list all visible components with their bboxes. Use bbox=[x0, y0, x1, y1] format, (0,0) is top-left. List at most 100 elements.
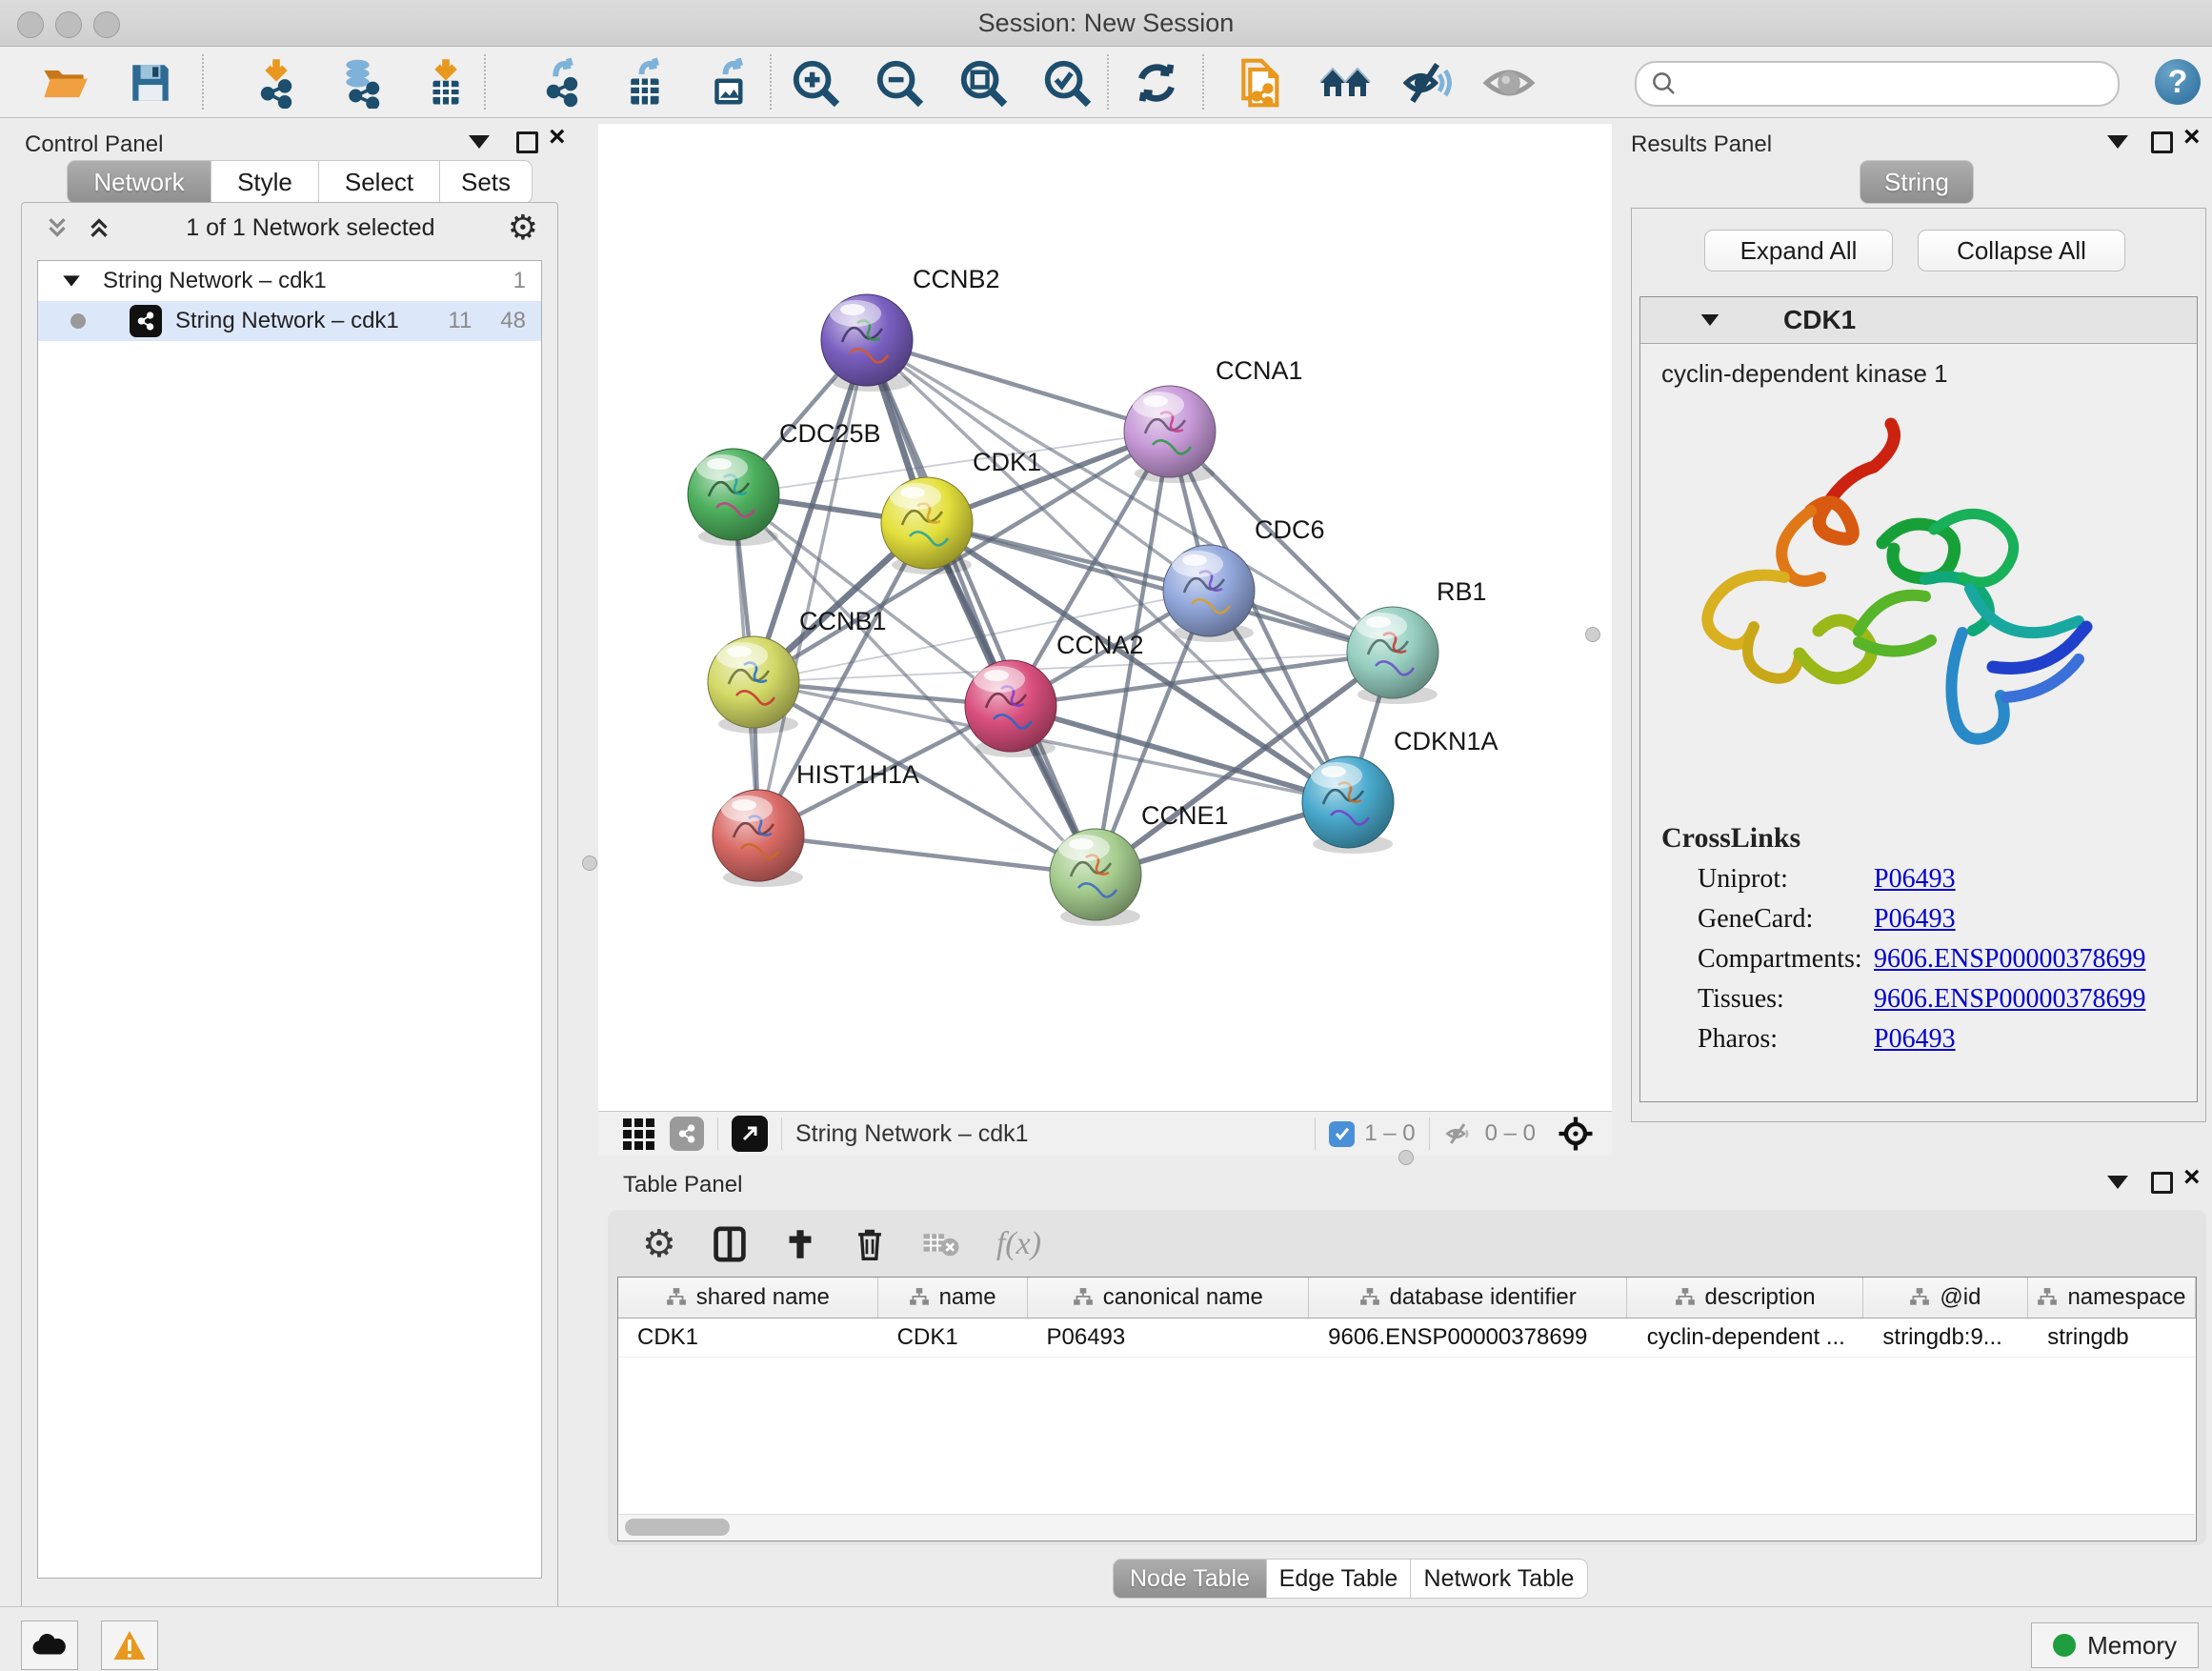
network-row-selected[interactable]: String Network – cdk1 11 48 bbox=[38, 301, 541, 341]
collapse-all-button[interactable]: Collapse All bbox=[1918, 230, 2125, 272]
import-table-from-file-button[interactable] bbox=[419, 56, 473, 110]
network-collection-row[interactable]: String Network – cdk1 1 bbox=[38, 261, 541, 301]
collapse-card-icon[interactable] bbox=[1701, 314, 1719, 326]
export-table-button[interactable] bbox=[619, 56, 673, 110]
zoom-fit-content-button[interactable] bbox=[956, 56, 1010, 110]
close-panel-icon[interactable]: × bbox=[2183, 126, 2201, 149]
node-RB1[interactable] bbox=[1347, 607, 1438, 704]
node-CDC25B[interactable] bbox=[688, 449, 779, 546]
panel-menu-icon[interactable] bbox=[2107, 1176, 2128, 1189]
tab-sets[interactable]: Sets bbox=[440, 160, 533, 204]
float-panel-icon[interactable] bbox=[516, 131, 538, 153]
protein-card-header[interactable]: CDK1 bbox=[1640, 297, 2197, 344]
zoom-selected-button[interactable] bbox=[1040, 56, 1094, 110]
add-column-plus-icon[interactable] bbox=[783, 1225, 817, 1263]
node-CCNB1[interactable] bbox=[708, 636, 799, 734]
expand-all-button[interactable]: Expand All bbox=[1704, 230, 1893, 272]
table-row[interactable]: CDK1CDK1P064939606.ENSP00000378699cyclin… bbox=[618, 1319, 2196, 1358]
table-cell[interactable]: 9606.ENSP00000378699 bbox=[1309, 1319, 1628, 1357]
help-button[interactable]: ? bbox=[2155, 59, 2201, 105]
tab-edge-table[interactable]: Edge Table bbox=[1267, 1559, 1411, 1599]
horizontal-splitter-grip[interactable] bbox=[1398, 1150, 1414, 1165]
hide-selected-button[interactable] bbox=[1402, 56, 1456, 110]
node-CDC6[interactable] bbox=[1163, 545, 1255, 642]
export-network-button[interactable] bbox=[535, 56, 589, 110]
node-CDKN1A[interactable] bbox=[1302, 756, 1394, 854]
table-cell[interactable]: cyclin-dependent ... bbox=[1628, 1319, 1864, 1357]
import-network-from-database-button[interactable] bbox=[335, 56, 389, 110]
column-header-namespace[interactable]: namespace bbox=[2028, 1278, 2196, 1318]
column-header--id[interactable]: @id bbox=[1863, 1278, 2028, 1318]
crosslink-link[interactable]: 9606.ENSP00000378699 bbox=[1874, 944, 2145, 975]
tab-string[interactable]: String bbox=[1860, 160, 1974, 204]
table-cell[interactable]: stringdb bbox=[2028, 1319, 2196, 1357]
panel-menu-icon[interactable] bbox=[2107, 135, 2128, 149]
edge-CCNB2-CCNE1[interactable] bbox=[867, 340, 1096, 875]
tab-network[interactable]: Network bbox=[67, 160, 211, 204]
network-badge-icon[interactable] bbox=[670, 1117, 704, 1151]
column-header-database-identifier[interactable]: database identifier bbox=[1309, 1278, 1627, 1318]
cloud-status-button[interactable] bbox=[21, 1621, 78, 1670]
table-cell[interactable]: stringdb:9... bbox=[1863, 1319, 2028, 1357]
selected-checkbox-icon[interactable] bbox=[1329, 1121, 1355, 1147]
node-CCNA2[interactable] bbox=[965, 660, 1056, 757]
float-panel-icon[interactable] bbox=[2151, 1172, 2173, 1194]
expand-all-chevron-icon[interactable] bbox=[43, 213, 71, 242]
table-cell[interactable]: P06493 bbox=[1027, 1319, 1309, 1357]
search-input[interactable] bbox=[1686, 70, 2118, 98]
memory-button[interactable]: Memory bbox=[2031, 1622, 2199, 1668]
save-session-button[interactable] bbox=[124, 56, 177, 110]
crosshair-icon[interactable] bbox=[1557, 1115, 1595, 1153]
birdseye-grid-icon[interactable] bbox=[623, 1118, 654, 1150]
delete-table-icon[interactable] bbox=[922, 1228, 960, 1260]
open-in-window-icon[interactable] bbox=[732, 1116, 768, 1152]
network-options-gear-icon[interactable]: ⚙ bbox=[508, 208, 538, 248]
houses-button[interactable] bbox=[1318, 56, 1372, 110]
collection-expander-icon[interactable] bbox=[63, 275, 80, 286]
panel-menu-icon[interactable] bbox=[469, 135, 490, 149]
delete-trash-icon[interactable] bbox=[854, 1225, 886, 1263]
edge-HIST1H1A-CCNE1[interactable] bbox=[758, 836, 1096, 875]
network-graph[interactable]: CCNB2CCNA1CDC25BCDK1CDC6RB1CCNB1CCNA2CDK… bbox=[598, 124, 1612, 1111]
export-image-button[interactable] bbox=[703, 56, 756, 110]
column-header-name[interactable]: name bbox=[878, 1278, 1028, 1318]
float-panel-icon[interactable] bbox=[2151, 131, 2173, 153]
crosslink-link[interactable]: P06493 bbox=[1874, 904, 1956, 935]
table-settings-gear-icon[interactable]: ⚙ bbox=[642, 1222, 676, 1266]
scrollbar-thumb[interactable] bbox=[625, 1519, 730, 1536]
close-panel-icon[interactable]: × bbox=[549, 126, 566, 149]
table-cell[interactable]: CDK1 bbox=[878, 1319, 1028, 1357]
horizontal-scrollbar[interactable] bbox=[619, 1514, 2195, 1540]
table-cell[interactable]: CDK1 bbox=[618, 1319, 878, 1357]
tab-network-table[interactable]: Network Table bbox=[1411, 1559, 1588, 1599]
crosslink-link[interactable]: P06493 bbox=[1874, 1024, 1956, 1055]
show-all-button[interactable] bbox=[1482, 56, 1536, 110]
search-field[interactable] bbox=[1635, 61, 2120, 107]
vertical-splitter-grip[interactable] bbox=[582, 856, 597, 871]
warnings-button[interactable] bbox=[101, 1621, 158, 1670]
zoom-in-button[interactable] bbox=[789, 56, 842, 110]
crosslink-link[interactable]: 9606.ENSP00000378699 bbox=[1874, 984, 2145, 1015]
function-builder-icon[interactable]: f(x) bbox=[996, 1226, 1041, 1262]
tab-node-table[interactable]: Node Table bbox=[1113, 1559, 1267, 1599]
show-columns-icon[interactable] bbox=[713, 1225, 747, 1263]
crosslink-link[interactable]: P06493 bbox=[1874, 864, 1956, 895]
hidden-eye-icon[interactable] bbox=[1443, 1119, 1476, 1148]
zoom-out-button[interactable] bbox=[873, 56, 926, 110]
vertical-splitter-grip[interactable] bbox=[1585, 627, 1600, 642]
close-panel-icon[interactable]: × bbox=[2183, 1166, 2201, 1189]
column-header-canonical-name[interactable]: canonical name bbox=[1028, 1278, 1309, 1318]
node-CCNE1[interactable] bbox=[1050, 829, 1141, 926]
tab-select[interactable]: Select bbox=[319, 160, 440, 204]
import-network-from-file-button[interactable] bbox=[250, 56, 303, 110]
node-HIST1H1A[interactable] bbox=[713, 790, 804, 887]
apply-preferred-layout-button[interactable] bbox=[1130, 56, 1183, 110]
tab-style[interactable]: Style bbox=[211, 160, 319, 204]
collapse-all-chevron-icon[interactable] bbox=[85, 213, 113, 242]
node-CDK1[interactable] bbox=[881, 477, 973, 574]
node-CCNA1[interactable] bbox=[1124, 386, 1216, 483]
network-view[interactable]: CCNB2CCNA1CDC25BCDK1CDC6RB1CCNB1CCNA2CDK… bbox=[598, 124, 1612, 1155]
clone-network-button[interactable] bbox=[1235, 56, 1288, 110]
column-header-shared-name[interactable]: shared name bbox=[618, 1278, 878, 1318]
open-session-button[interactable] bbox=[38, 56, 91, 110]
